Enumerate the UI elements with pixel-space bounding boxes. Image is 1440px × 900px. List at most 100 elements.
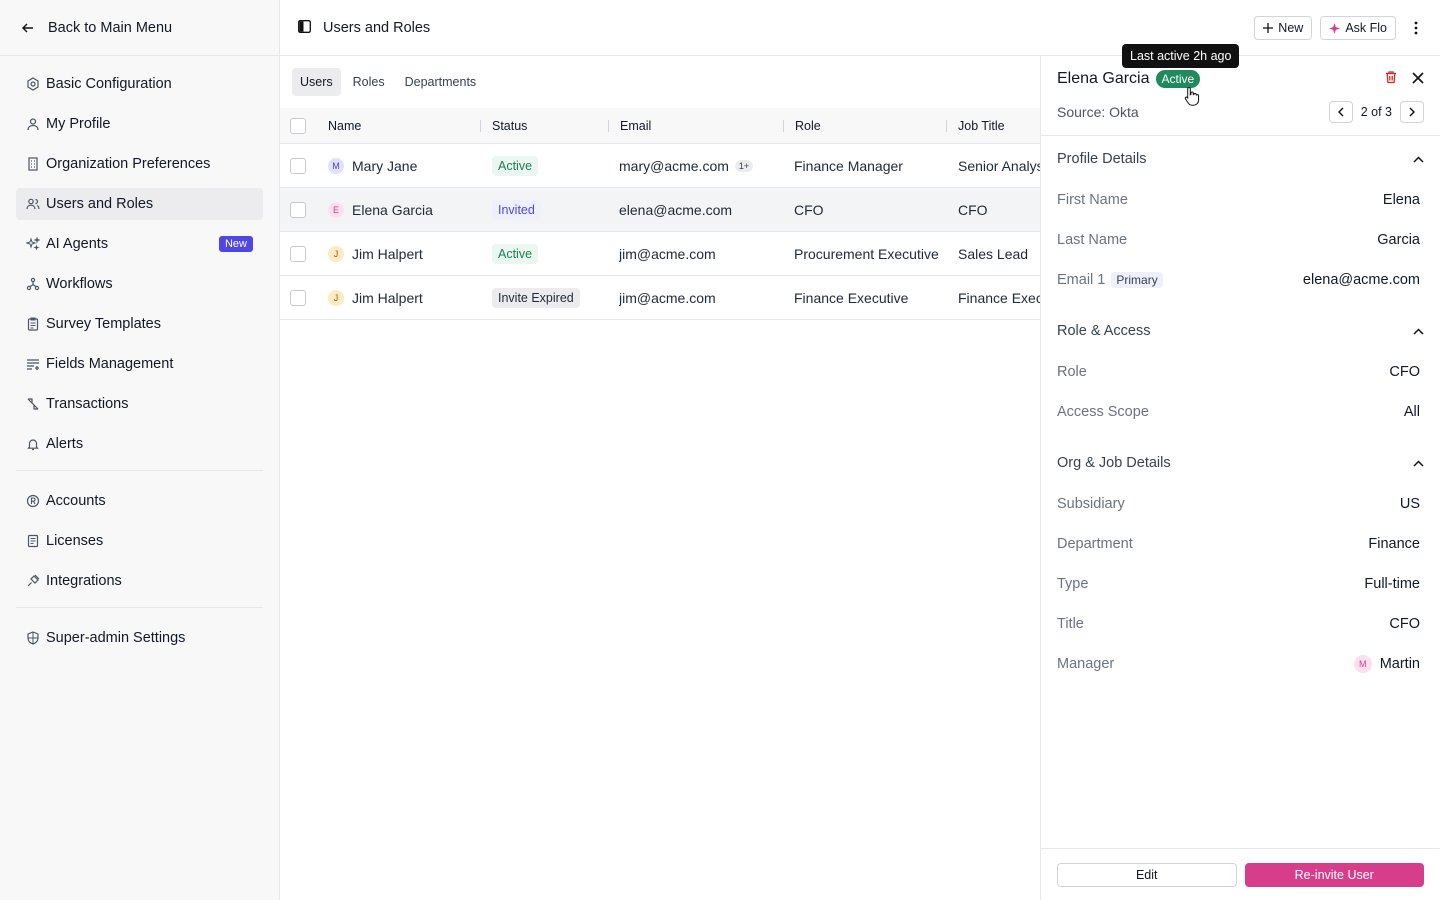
field-value: CFO <box>1389 616 1420 632</box>
status-badge: Invite Expired <box>492 288 580 308</box>
avatar: M <box>328 158 344 174</box>
back-to-main-menu[interactable]: Back to Main Menu <box>0 0 279 56</box>
row-checkbox[interactable] <box>290 202 306 218</box>
manager-name[interactable]: Martin <box>1380 656 1420 672</box>
license-icon <box>26 534 40 548</box>
sidebar-item-licenses[interactable]: Licenses <box>16 525 263 557</box>
sidebar-item-integrations[interactable]: Integrations <box>16 565 263 597</box>
sidebar-divider <box>16 470 263 471</box>
user-name: Mary Jane <box>352 158 418 174</box>
sidebar-item-ai-agents[interactable]: AI Agents New <box>16 228 263 260</box>
sparkle-icon <box>1329 22 1341 34</box>
sidebar-item-label: Workflows <box>46 276 113 292</box>
field-label: Access Scope <box>1057 404 1149 420</box>
tab-roles[interactable]: Roles <box>345 68 393 96</box>
field-label: Department <box>1057 536 1133 552</box>
column-header-job-title[interactable]: Job Title <box>958 119 1005 133</box>
row-checkbox[interactable] <box>290 246 306 262</box>
table-row[interactable]: E Elena Garcia Invited elena@acme.com CFO… <box>280 188 1040 232</box>
user-name: Elena Garcia <box>352 202 433 218</box>
column-header-name[interactable]: Name <box>328 119 361 133</box>
shield-icon <box>26 631 40 645</box>
column-resize-handle[interactable] <box>783 120 784 132</box>
avatar: J <box>328 290 344 306</box>
column-header-email[interactable]: Email <box>620 119 651 133</box>
role-cell: Procurement Executive <box>794 246 939 262</box>
job-title-cell: Senior Analyst <box>958 158 1040 174</box>
field-label: Role <box>1057 364 1087 380</box>
clipboard-icon <box>26 317 40 331</box>
accounts-icon <box>26 494 40 508</box>
table-row[interactable]: J Jim Halpert Active jim@acme.com Procure… <box>280 232 1040 276</box>
prev-button[interactable] <box>1328 101 1353 123</box>
select-all-checkbox[interactable] <box>290 118 306 134</box>
field-department: Department Finance <box>1041 524 1440 564</box>
status-cell: Active <box>492 144 539 188</box>
sidebar-item-basic-configuration[interactable]: Basic Configuration <box>16 68 263 100</box>
field-manager: Manager M Martin <box>1041 644 1440 684</box>
plus-icon <box>1263 23 1274 33</box>
sidebar-item-survey-templates[interactable]: Survey Templates <box>16 308 263 340</box>
field-value: elena@acme.com <box>1302 272 1420 288</box>
sidebar-item-my-profile[interactable]: My Profile <box>16 108 263 140</box>
extra-email-count[interactable]: 1+ <box>734 160 754 172</box>
new-button[interactable]: New <box>1254 16 1313 40</box>
ask-flo-button[interactable]: Ask Flo <box>1320 16 1396 40</box>
sidebar-item-transactions[interactable]: Transactions <box>16 388 263 420</box>
ask-flo-label: Ask Flo <box>1345 21 1387 35</box>
next-button[interactable] <box>1400 101 1424 123</box>
field-title: Title CFO <box>1041 604 1440 644</box>
field-subsidiary: Subsidiary US <box>1041 484 1440 524</box>
column-header-status[interactable]: Status <box>492 119 527 133</box>
sidebar-item-organization-preferences[interactable]: Organization Preferences <box>16 148 263 180</box>
chevron-up-icon <box>1413 327 1424 335</box>
role-cell: Finance Executive <box>794 290 909 306</box>
section-role-access[interactable]: Role & Access <box>1041 310 1440 352</box>
sidebar-item-label: Super-admin Settings <box>46 630 186 646</box>
column-resize-handle[interactable] <box>946 120 947 132</box>
tab-departments[interactable]: Departments <box>397 68 485 96</box>
column-resize-handle[interactable] <box>480 120 481 132</box>
sidebar-item-super-admin-settings[interactable]: Super-admin Settings <box>16 622 263 654</box>
row-checkbox[interactable] <box>290 290 306 306</box>
panel-footer: Edit Re-invite User <box>1041 848 1440 900</box>
reinvite-user-button[interactable]: Re-invite User <box>1244 862 1424 887</box>
status-cell: Active <box>492 232 539 276</box>
table-row[interactable]: M Mary Jane Active mary@acme.com 1+ Financ… <box>280 144 1040 188</box>
section-title: Profile Details <box>1057 151 1147 167</box>
row-checkbox[interactable] <box>290 158 306 174</box>
column-header-role[interactable]: Role <box>795 119 821 133</box>
sidebar-toggle-icon[interactable] <box>298 19 311 36</box>
hand-cursor-icon <box>1184 86 1200 106</box>
name-cell: E Elena Garcia <box>328 188 433 232</box>
user-email: mary@acme.com <box>619 158 729 174</box>
field-first-name: First Name Elena <box>1041 180 1440 220</box>
header-actions: New Ask Flo <box>1254 16 1428 40</box>
close-icon[interactable] <box>1412 71 1424 87</box>
sidebar-item-fields-management[interactable]: Fields Management <box>16 348 263 380</box>
trash-icon[interactable] <box>1384 70 1398 87</box>
chevron-right-icon <box>1409 107 1415 117</box>
job-title-cell: Sales Lead <box>958 246 1029 262</box>
sparkle-icon <box>26 237 40 251</box>
sidebar-item-workflows[interactable]: Workflows <box>16 268 263 300</box>
section-org-job-details[interactable]: Org & Job Details <box>1041 442 1440 484</box>
new-badge: New <box>218 236 253 252</box>
column-resize-handle[interactable] <box>608 120 609 132</box>
sidebar-item-alerts[interactable]: Alerts <box>16 428 263 460</box>
edit-button[interactable]: Edit <box>1057 862 1237 887</box>
new-button-label: New <box>1278 21 1304 35</box>
last-active-tooltip: Last active 2h ago <box>1122 44 1240 68</box>
tab-users[interactable]: Users <box>292 68 341 96</box>
field-value: M Martin <box>1353 655 1420 673</box>
section-profile-details[interactable]: Profile Details <box>1041 138 1440 180</box>
more-options-icon[interactable] <box>1404 16 1428 40</box>
sidebar-item-label: Alerts <box>46 436 84 452</box>
status-cell: Invite Expired <box>492 276 580 320</box>
sidebar-item-label: Licenses <box>46 533 104 549</box>
avatar: E <box>328 202 344 218</box>
page-header: Users and Roles New Ask Flo <box>280 0 1440 56</box>
sidebar-item-users-and-roles[interactable]: Users and Roles <box>16 188 263 220</box>
table-row[interactable]: J Jim Halpert Invite Expired jim@acme.com… <box>280 276 1040 320</box>
sidebar-item-accounts[interactable]: Accounts <box>16 485 263 517</box>
